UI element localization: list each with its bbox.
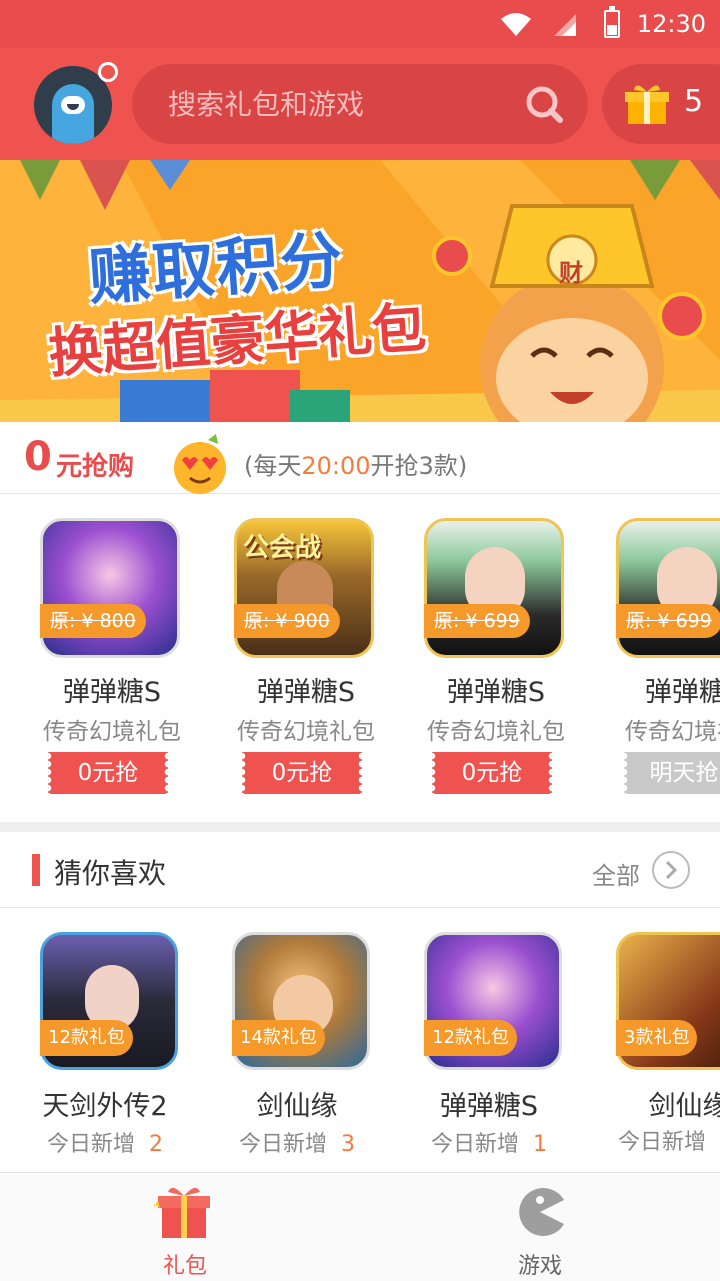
- recommend-item[interactable]: 3款礼包 剑仙缘 今日新增: [576, 932, 720, 1162]
- recommend-title: 猜你喜欢: [54, 857, 167, 890]
- original-price: 原: ¥ 699: [616, 604, 720, 638]
- sale-gift-name: 传奇幻境礼包: [237, 719, 375, 745]
- flash-sale-item[interactable]: 原: ¥ 699 弹弹糖S 传奇幻境礼包 明天抢: [588, 518, 720, 798]
- grab-button[interactable]: 0元抢: [432, 752, 552, 794]
- nav-label-gifts: 礼包: [162, 1254, 207, 1279]
- robot-face-icon: [52, 84, 94, 144]
- flash-sale-time: 20:00: [301, 452, 371, 480]
- nav-tab-gifts[interactable]: 礼包: [0, 1172, 360, 1281]
- grab-button[interactable]: 0元抢: [242, 752, 362, 794]
- new-today: 今日新增 1: [430, 1132, 547, 1157]
- view-all-link[interactable]: 全部: [592, 856, 640, 891]
- sale-game-name: 弹弹糖S: [644, 677, 720, 708]
- notification-dot: [98, 62, 118, 82]
- fortune-badge: 财: [559, 259, 583, 287]
- love-eyes-emoji-icon: [174, 434, 226, 494]
- original-price: 原: ¥ 800: [40, 604, 146, 638]
- clock: 12:30: [636, 10, 706, 38]
- game-name: 剑仙缘: [648, 1091, 720, 1122]
- battery-icon: [604, 6, 620, 38]
- sale-game-name: 弹弹糖S: [446, 677, 546, 708]
- sale-game-name: 弹弹糖S: [62, 677, 162, 708]
- gift-pack-badge: 3款礼包: [616, 1020, 698, 1056]
- gift-pack-badge: 12款礼包: [40, 1020, 133, 1056]
- signal-icon: [554, 14, 576, 36]
- flash-sale-zero: 0: [24, 434, 52, 480]
- search-input[interactable]: [168, 82, 508, 126]
- grab-tomorrow-button[interactable]: 明天抢: [624, 752, 720, 794]
- gift-count: 5: [684, 84, 704, 119]
- grab-button[interactable]: 0元抢: [48, 752, 168, 794]
- flash-sale-note: (每天20:00开抢3款): [244, 452, 468, 480]
- gift-box-icon: [154, 1187, 210, 1238]
- sale-gift-name: 传奇幻境礼包: [427, 719, 565, 745]
- search-bar[interactable]: [132, 64, 588, 144]
- section-marker: [32, 854, 40, 886]
- section-divider: [0, 822, 720, 832]
- game-name: 弹弹糖S: [439, 1091, 539, 1122]
- app-header: 5: [0, 48, 720, 160]
- nav-label-games: 游戏: [517, 1254, 562, 1279]
- new-count: 2: [149, 1132, 163, 1157]
- sale-gift-name: 传奇幻境礼包: [43, 719, 181, 745]
- game-name: 天剑外传2: [42, 1091, 168, 1122]
- gift-icon: [625, 85, 669, 124]
- sale-game-name: 弹弹糖S: [256, 677, 356, 708]
- new-today: 今日新增 3: [238, 1132, 355, 1157]
- original-price: 原: ¥ 900: [234, 604, 340, 638]
- promo-banner[interactable]: 赚取积分 换超值豪华礼包 财: [0, 160, 720, 422]
- sale-gift-name: 传奇幻境礼包: [625, 719, 720, 745]
- new-count: 1: [533, 1132, 547, 1157]
- new-today: 今日新增: [618, 1130, 707, 1155]
- flash-sale-title: 元抢购: [56, 452, 135, 482]
- my-gifts-button[interactable]: 5: [602, 64, 720, 144]
- nav-tab-games[interactable]: 游戏: [360, 1172, 720, 1281]
- gift-pack-badge: 12款礼包: [424, 1020, 517, 1056]
- pacman-icon: [519, 1188, 564, 1236]
- new-today: 今日新增 2: [46, 1132, 163, 1157]
- search-icon[interactable]: [524, 84, 564, 124]
- robot-eye-icon: [61, 96, 85, 114]
- guild-war-logo: 公会战: [243, 533, 322, 563]
- monkey-mascot-icon: [432, 204, 706, 422]
- game-name: 剑仙缘: [256, 1091, 338, 1122]
- gift-pack-badge: 14款礼包: [232, 1020, 325, 1056]
- status-bar: 12:30: [0, 0, 720, 48]
- chevron-right-icon[interactable]: [652, 851, 690, 889]
- wifi-icon: [501, 13, 531, 36]
- original-price: 原: ¥ 699: [424, 604, 530, 638]
- new-count: 3: [341, 1132, 355, 1157]
